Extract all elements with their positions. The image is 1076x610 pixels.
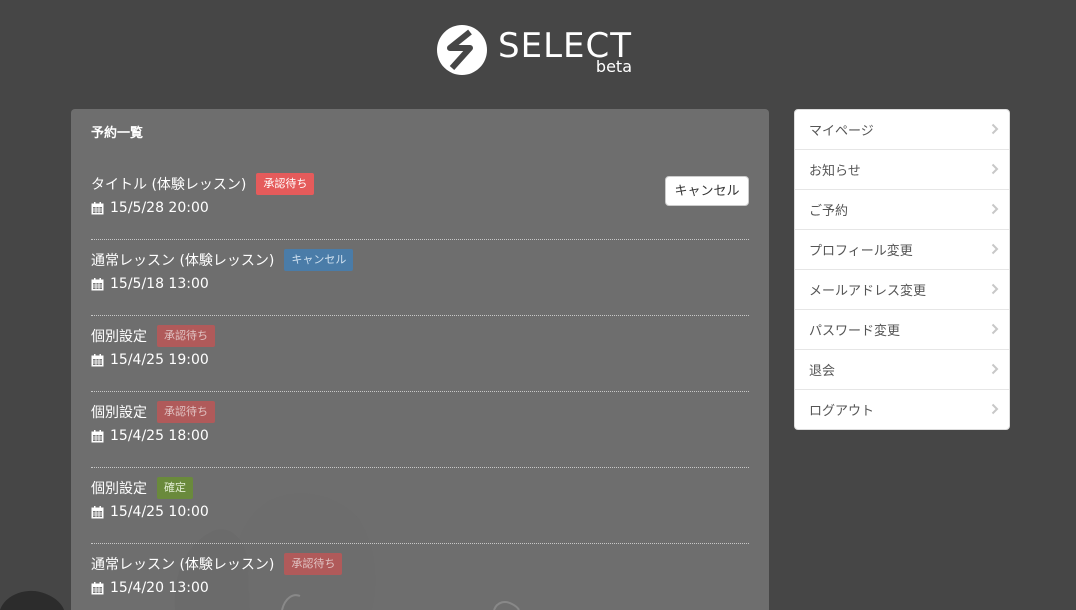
logo[interactable]: SELECT beta [436,24,632,80]
reservation-panel: 予約一覧 タイトル (体験レッスン) 承認待ち 15/5/28 20:00 キャ… [71,109,769,610]
logo-beta-label: beta [595,57,632,76]
calendar-icon [91,353,104,366]
chevron-right-icon [991,323,999,335]
sidebar-item-email[interactable]: メールアドレス変更 [795,270,1009,310]
status-badge: 承認待ち [256,173,315,195]
reservation-title: 個別設定 [91,329,147,345]
reservation-datetime: 15/5/28 20:00 [110,200,209,216]
status-badge: 承認待ち [284,553,343,575]
sidebar-item-logout[interactable]: ログアウト [795,390,1009,429]
chevron-right-icon [991,363,999,375]
sidebar-item-mypage[interactable]: マイページ [795,110,1009,150]
panel-title: 予約一覧 [91,126,144,141]
reservation-datetime: 15/4/20 13:00 [110,580,209,596]
sidebar-item-withdraw[interactable]: 退会 [795,350,1009,390]
sidebar-item-news[interactable]: お知らせ [795,150,1009,190]
reservation-title: 個別設定 [91,481,147,497]
sidebar-item-label: お知らせ [809,164,861,179]
sidebar-item-profile[interactable]: プロフィール変更 [795,230,1009,270]
reservation-list: タイトル (体験レッスン) 承認待ち 15/5/28 20:00 キャンセル 通… [91,164,749,610]
reservation-title: 通常レッスン (体験レッスン) [91,557,275,573]
reservation-datetime: 15/4/25 19:00 [110,352,209,368]
cancel-button[interactable]: キャンセル [665,176,749,206]
logo-mark-icon [437,25,487,75]
sidebar-menu: マイページ お知らせ ご予約 プロフィール変更 メールアドレス変更 パスワード変… [794,109,1010,430]
sidebar-item-label: ご予約 [809,204,849,219]
calendar-icon [91,581,104,594]
sidebar-item-label: パスワード変更 [809,324,901,339]
status-badge: 確定 [157,477,193,499]
sidebar-item-reservation[interactable]: ご予約 [795,190,1009,230]
header: SELECT beta [0,0,1076,95]
reservation-item: タイトル (体験レッスン) 承認待ち 15/5/28 20:00 キャンセル [91,164,749,240]
sidebar-item-label: ログアウト [809,404,875,419]
reservation-title: 個別設定 [91,405,147,421]
calendar-icon [91,201,104,214]
chevron-right-icon [991,203,999,215]
calendar-icon [91,505,104,518]
status-badge: キャンセル [284,249,354,271]
page: SELECT beta 予約一覧 タイトル (体験レッスン) 承認待ち 15/5… [0,0,1076,610]
reservation-title: タイトル (体験レッスン) [91,177,247,193]
chevron-right-icon [991,123,999,135]
sidebar-item-label: メールアドレス変更 [809,284,927,299]
sidebar-item-label: プロフィール変更 [809,244,913,259]
reservation-item: 個別設定 承認待ち 15/4/25 19:00 [91,316,749,392]
reservation-item: 通常レッスン (体験レッスン) 承認待ち 15/4/20 13:00 [91,544,749,610]
reservation-item: 個別設定 確定 15/4/25 10:00 [91,468,749,544]
status-badge: 承認待ち [157,325,215,347]
sidebar-item-label: マイページ [809,124,874,139]
reservation-title: 通常レッスン (体験レッスン) [91,253,275,269]
calendar-icon [91,277,104,290]
reservation-item: 個別設定 承認待ち 15/4/25 18:00 [91,392,749,468]
sidebar-item-password[interactable]: パスワード変更 [795,310,1009,350]
reservation-datetime: 15/4/25 10:00 [110,504,209,520]
calendar-icon [91,429,104,442]
sidebar-item-label: 退会 [809,364,836,379]
chevron-right-icon [991,243,999,255]
reservation-datetime: 15/5/18 13:00 [110,276,209,292]
chevron-right-icon [991,283,999,295]
reservation-datetime: 15/4/25 18:00 [110,428,209,444]
chevron-right-icon [991,403,999,415]
chevron-right-icon [991,163,999,175]
status-badge: 承認待ち [157,401,215,423]
reservation-item: 通常レッスン (体験レッスン) キャンセル 15/5/18 13:00 [91,240,749,316]
